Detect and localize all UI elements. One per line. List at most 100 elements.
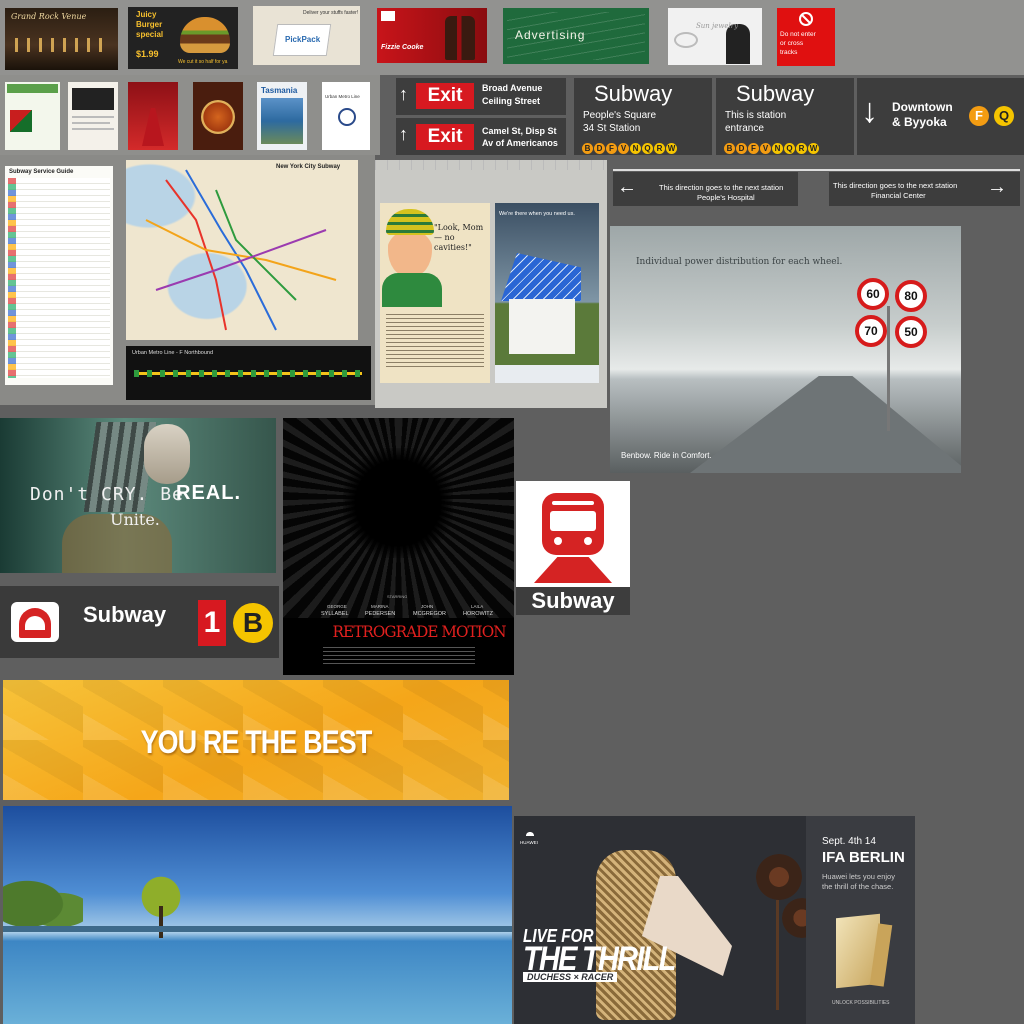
jewelry-hand xyxy=(726,24,750,64)
nyc-subway-map[interactable]: New York City Subway xyxy=(126,160,358,340)
direction-text-1: This direction goes to the next station xyxy=(833,181,958,190)
poster-tunnel-core xyxy=(343,448,453,558)
house-caption: We're there when you need us. xyxy=(499,211,575,217)
restaurant-title: Grand Rock Venue xyxy=(11,12,87,21)
direction-text-2: People's Hospital xyxy=(697,193,755,202)
arrow-down-icon: ↓ xyxy=(861,92,878,130)
wheel-ad[interactable]: Individual power distribution for each w… xyxy=(610,226,961,473)
line-badge: Q xyxy=(642,143,653,154)
no-entry-text: Do not enter or cross tracks xyxy=(780,31,816,56)
subway-logo-sign[interactable]: Subway xyxy=(516,481,630,615)
arrow-up-icon: ↑ xyxy=(399,84,408,104)
downtown-line-2: & Byyoka xyxy=(892,115,947,129)
service-guide-table xyxy=(8,178,110,378)
lake-photo[interactable] xyxy=(3,806,512,1024)
line-letter-badge: B xyxy=(233,603,273,643)
burger-ad[interactable]: Juicy Burger special $1.99 We cut it so … xyxy=(128,7,238,69)
actor-1-first: GEORGE xyxy=(327,604,347,609)
leaflet-green-header xyxy=(7,84,58,93)
robot-ad[interactable]: Don't CRY. Be REAL. Unite. xyxy=(0,418,276,573)
yellow-banner[interactable]: YOU RE THE BEST xyxy=(3,680,509,800)
leaflet-red-carpet[interactable] xyxy=(128,82,178,150)
wheel-tagline: Benbow. Ride in Comfort. xyxy=(621,451,712,460)
line-badge: D xyxy=(594,143,605,154)
huawei-event: IFA BERLIN xyxy=(822,849,905,866)
direction-text-1: This direction goes to the next station xyxy=(659,183,784,192)
lake-shoreline xyxy=(3,926,512,932)
exit-sign-1[interactable]: ↑ Exit Broad Avenue Ceiling Street xyxy=(396,78,566,115)
pickpack-ad[interactable]: Deliver your stuffs faster! PickPack xyxy=(253,6,360,65)
exit-street-1: Camel St, Disp St xyxy=(482,126,557,136)
train-front-icon xyxy=(542,493,604,555)
line-badge: D xyxy=(736,143,747,154)
burger-line2: Burger xyxy=(136,20,163,29)
leaflet-green[interactable] xyxy=(5,82,60,150)
restaurant-ad[interactable]: Grand Rock Venue xyxy=(5,8,118,70)
leaflet-white-1[interactable] xyxy=(68,82,118,150)
huawei-ad[interactable]: HUAWEI LIVE FOR THE THRILL DUCHESS × RAC… xyxy=(514,816,915,1024)
wheel-headline: Individual power distribution for each w… xyxy=(636,257,843,267)
downtown-line-1: Downtown xyxy=(892,100,953,114)
speed-sign-70: 70 xyxy=(855,315,887,347)
leaflet-metro[interactable]: Urban Metro Line xyxy=(322,82,370,150)
cola-brand: Fizzie Cooke xyxy=(381,44,424,51)
road xyxy=(690,376,961,473)
arrow-right-icon: → xyxy=(987,176,1007,198)
boy-hat xyxy=(386,209,434,235)
speed-sign-80: 80 xyxy=(895,280,927,312)
line-badge-q: Q xyxy=(994,106,1014,126)
line-badge: R xyxy=(796,143,807,154)
line-badge: N xyxy=(772,143,783,154)
leaflet-photo xyxy=(72,88,114,110)
cola-bottles xyxy=(445,16,475,60)
station-sub-1: This is station xyxy=(725,110,787,121)
house-wall xyxy=(509,299,575,354)
cola-ad[interactable]: Fizzie Cooke xyxy=(377,8,487,63)
station-sub-2: entrance xyxy=(725,123,764,134)
vintage-toothpaste-ad[interactable]: "Look, Mom— no cavities!" xyxy=(380,203,490,383)
line-badge: W xyxy=(808,143,819,154)
jewelry-ad[interactable]: Sun jewelry xyxy=(668,8,762,65)
track-icon xyxy=(534,557,612,583)
station-sign-1[interactable]: Subway People's Square 34 St Station BDF… xyxy=(574,78,712,155)
chalkboard-ad[interactable]: Advertising xyxy=(503,8,649,64)
direction-sign-right[interactable]: This direction goes to the next station … xyxy=(829,172,1020,206)
fan-stand xyxy=(776,900,779,1010)
line-badge: B xyxy=(724,143,735,154)
line-badge: R xyxy=(654,143,665,154)
board-ruler xyxy=(375,160,607,170)
station-sub-1: People's Square xyxy=(583,110,657,121)
metro-line-strip[interactable]: Urban Metro Line - F Northbound xyxy=(126,346,371,400)
exit-street-1: Broad Avenue xyxy=(482,83,543,93)
subway-line-label: Subway xyxy=(83,602,167,627)
direction-text-2: Financial Center xyxy=(871,191,926,200)
exit-sign-2[interactable]: ↑ Exit Camel St, Disp St Av of Americano… xyxy=(396,118,566,155)
metro-strip-stops xyxy=(134,370,362,377)
fan-1 xyxy=(756,854,802,900)
huawei-subline: DUCHESS × RACER xyxy=(523,972,618,982)
movie-poster[interactable]: STARRING GEORGE SYLLABEL MARINA PEDERSEN… xyxy=(283,418,514,675)
burger-line1: Juicy xyxy=(136,10,157,19)
speed-sign-50: 50 xyxy=(895,316,927,348)
line-badge: Q xyxy=(784,143,795,154)
arrow-up-icon: ↑ xyxy=(399,124,408,144)
station-title: Subway xyxy=(594,81,673,106)
vintage-body-text xyxy=(386,311,484,367)
no-entry-sign[interactable]: Do not enter or cross tracks xyxy=(777,8,835,66)
actor-2-first: MARINA xyxy=(371,604,389,609)
downtown-sign[interactable]: ↓ Downtown & Byyoka F Q xyxy=(857,78,1024,155)
service-guide[interactable]: Subway Service Guide xyxy=(5,166,113,385)
house-insurance-ad[interactable]: We're there when you need us. xyxy=(495,203,599,383)
pizza-image xyxy=(201,100,235,134)
direction-sign-left[interactable]: ← This direction goes to the next statio… xyxy=(613,172,798,206)
huawei-footer: UNLOCK POSSIBILITIES xyxy=(832,1000,890,1006)
subway-line-sign[interactable]: Subway 1 B xyxy=(0,586,279,658)
pickpack-header: Deliver your stuffs faster! xyxy=(303,10,359,16)
leaflet-tasmania[interactable]: Tasmania xyxy=(257,82,307,150)
speed-sign-pole xyxy=(887,306,890,431)
station-sign-2[interactable]: Subway This is station entrance BDFVNQRW xyxy=(716,78,854,155)
actor-3-first: JOHN xyxy=(421,604,434,609)
leaflet-pizza[interactable] xyxy=(193,82,243,150)
huawei-logo-icon xyxy=(524,828,536,836)
tasmania-title: Tasmania xyxy=(261,86,298,95)
